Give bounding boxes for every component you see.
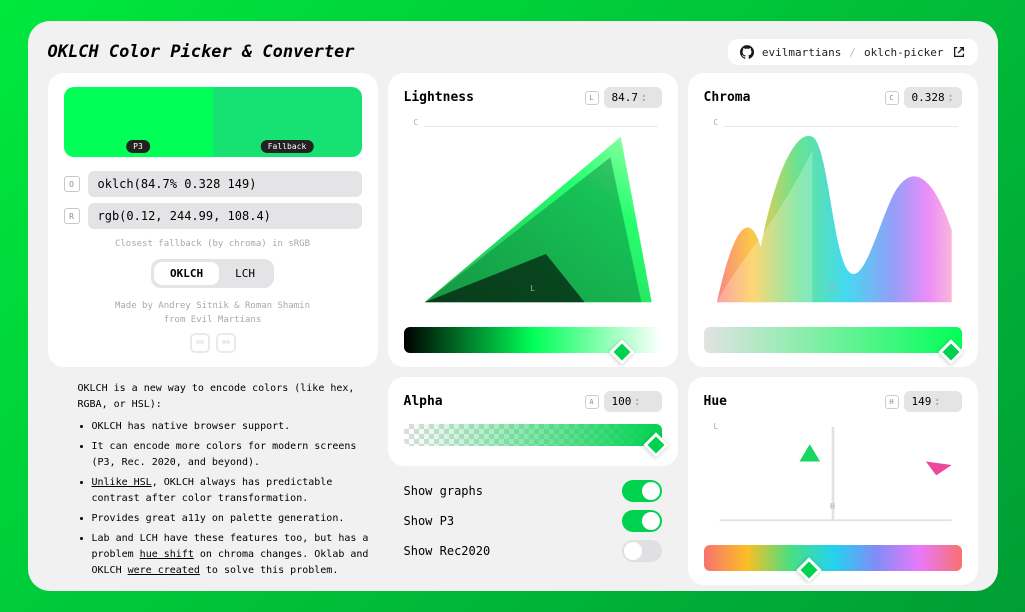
segment-oklch[interactable]: OKLCH [154,262,219,285]
alpha-title: Alpha [404,394,443,409]
oklch-row: O oklch(84.7% 0.328 149) [64,171,362,197]
robot-icon [216,333,236,353]
hue-plot-axes [704,420,962,541]
toggle-graphs-label: Show graphs [404,484,483,498]
stepper-icon[interactable]: ▴▾ [949,93,953,103]
hue-slider[interactable] [704,545,962,571]
topbar: OKLCH Color Picker & Converter evilmarti… [48,39,978,65]
lightness-card: Lightness L 84.7▴▾ C L [388,73,678,367]
bullet: Unlike HSL, OKLCH always has predictable… [92,475,374,507]
lightness-key: L [585,91,599,105]
col2-lower: Alpha A 100▴▾ Show graphs Show P3 Show R… [388,377,678,585]
hue-plot[interactable]: L H [704,420,962,541]
lightness-title: Lightness [404,90,474,105]
toggle-p3[interactable] [622,510,662,532]
chroma-slider[interactable] [704,327,962,353]
swatch-p3-tag: P3 [126,140,150,153]
swatch-row: P3 Fallback [64,87,362,157]
page-title: OKLCH Color Picker & Converter [48,42,355,62]
alpha-card: Alpha A 100▴▾ [388,377,678,466]
github-repo-link[interactable]: evilmartians / oklch-picker [728,39,978,65]
toggle-rec2020-label: Show Rec2020 [404,544,491,558]
credits: Made by Andrey Sitnik & Roman Shamin fro… [64,300,362,327]
oklch-input[interactable]: oklch(84.7% 0.328 149) [88,171,362,197]
bullet: OKLCH has native browser support. [92,419,374,435]
hue-title: Hue [704,394,727,409]
repo-org: evilmartians [762,46,841,59]
repo-name: oklch-picker [864,46,943,59]
bullet: Provides great a11y on palette generatio… [92,511,374,527]
mascot-icons [64,333,362,353]
toggle-rec2020[interactable] [622,540,662,562]
rgb-input[interactable]: rgb(0.12, 244.99, 108.4) [88,203,362,229]
chroma-input[interactable]: 0.328▴▾ [904,87,962,108]
repo-sep: / [849,46,856,59]
hue-key: H [885,395,899,409]
lightness-slider[interactable] [404,327,662,353]
alpha-key: A [585,395,599,409]
rgb-badge: R [64,208,80,224]
external-link-icon [952,45,966,59]
lightness-input[interactable]: 84.7▴▾ [604,87,662,108]
app-panel: OKLCH Color Picker & Converter evilmarti… [28,21,998,591]
segment-lch[interactable]: LCH [219,262,271,285]
bullet: Lab and LCH have these features too, but… [92,531,374,579]
swatch-fallback[interactable]: Fallback [213,87,362,157]
hue-input[interactable]: 149▴▾ [904,391,962,412]
link-unlike-hsl[interactable]: Unlike HSL [92,477,152,488]
toggle-list: Show graphs Show P3 Show Rec2020 [388,476,678,566]
toggle-p3-label: Show P3 [404,514,455,528]
link-hue-shift[interactable]: hue shift [140,549,194,560]
chroma-card: Chroma C 0.328▴▾ C H [688,73,978,367]
hue-card: Hue H 149▴▾ L H [688,377,978,585]
chroma-key: C [885,91,899,105]
main-grid: P3 Fallback O oklch(84.7% 0.328 149) R r… [48,73,978,575]
bullet: It can encode more colors for modern scr… [92,439,374,471]
toggle-graphs[interactable] [622,480,662,502]
chroma-title: Chroma [704,90,751,105]
stepper-icon[interactable]: ▴▾ [935,397,939,407]
swatch-fb-tag: Fallback [261,140,314,153]
chroma-plot[interactable]: C H [704,116,962,323]
rgb-row: R rgb(0.12, 244.99, 108.4) [64,203,362,229]
link-were-created[interactable]: were created [128,565,200,576]
credit-line-1: Made by Andrey Sitnik & Roman Shamin [64,300,362,314]
alpha-slider[interactable] [404,424,662,446]
color-preview-card: P3 Fallback O oklch(84.7% 0.328 149) R r… [48,73,378,367]
about-text: OKLCH is a new way to encode colors (lik… [48,377,378,585]
fallback-hint: Closest fallback (by chroma) in sRGB [64,239,362,249]
stepper-icon[interactable]: ▴▾ [642,93,646,103]
swatch-p3[interactable]: P3 [64,87,213,157]
lightness-plot[interactable]: C L [404,116,662,323]
credit-line-2: from Evil Martians [64,314,362,328]
stepper-icon[interactable]: ▴▾ [635,397,639,407]
mode-segment: OKLCH LCH [151,259,274,288]
alpha-input[interactable]: 100▴▾ [604,391,662,412]
oklch-badge: O [64,176,80,192]
robot-icon [190,333,210,353]
github-icon [740,45,754,59]
